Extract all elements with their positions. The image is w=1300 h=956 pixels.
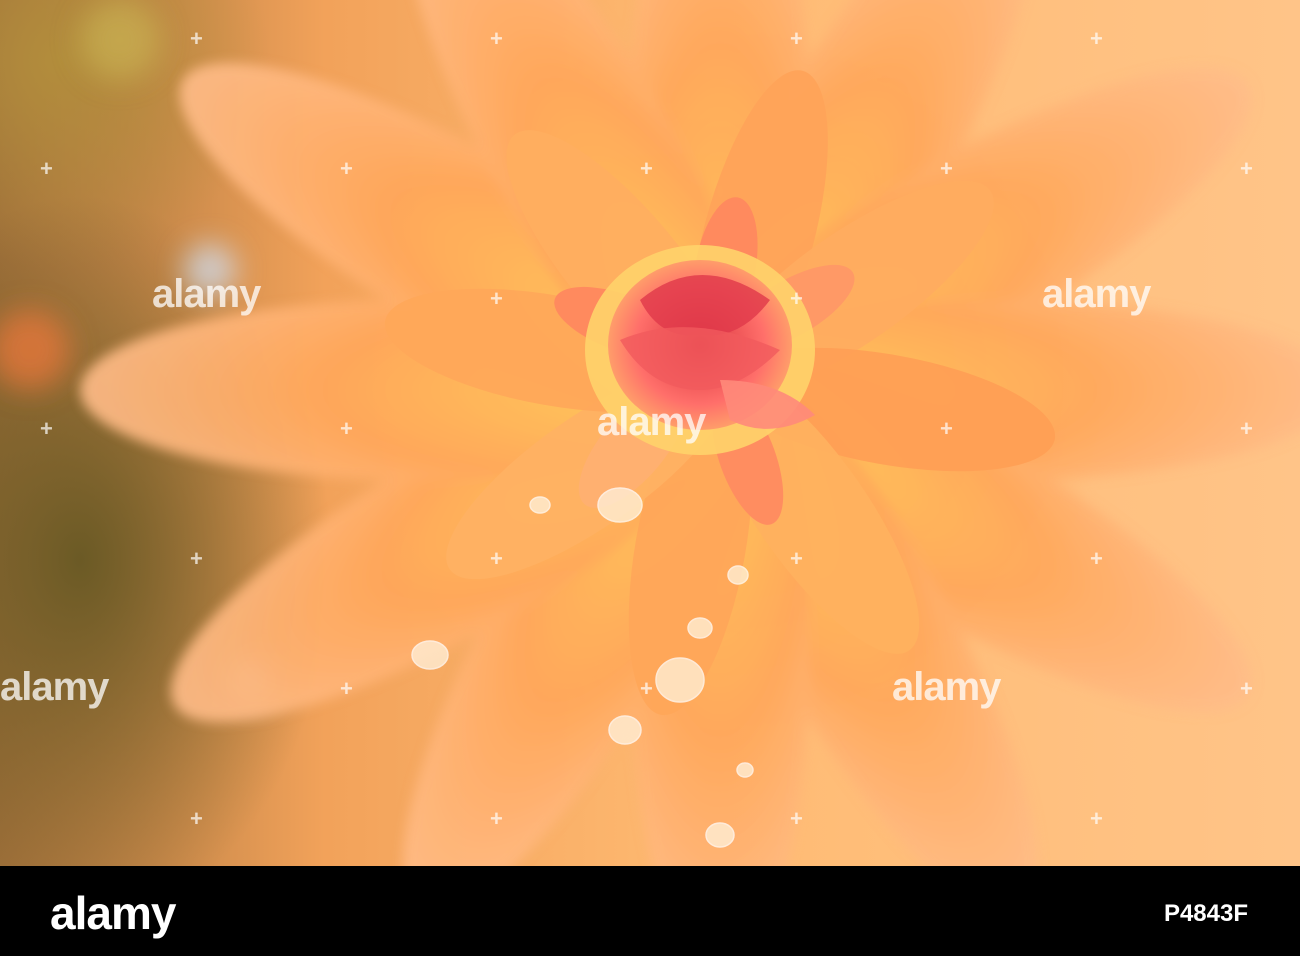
watermark-plus-icon: +	[1240, 676, 1253, 701]
watermark-plus-icon: +	[490, 286, 503, 311]
watermark-plus-icon: +	[790, 546, 803, 571]
watermark-plus-icon: +	[190, 26, 203, 51]
watermark-plus-icon: +	[340, 416, 353, 441]
watermark-plus-icon: +	[1240, 416, 1253, 441]
watermark: alamy	[892, 665, 1001, 709]
watermark-plus-icon: +	[1090, 546, 1103, 571]
watermark-plus-icon: +	[190, 806, 203, 831]
watermark-plus-icon: +	[40, 416, 53, 441]
watermark-plus-icon: +	[340, 676, 353, 701]
watermark-plus-icon: +	[940, 416, 953, 441]
watermark-plus-icon: +	[1240, 156, 1253, 181]
watermark-plus-icon: +	[1090, 26, 1103, 51]
watermark-plus-icon: +	[940, 156, 953, 181]
watermark: alamy	[0, 665, 109, 709]
watermark: alamy	[152, 272, 261, 316]
alamy-logo[interactable]: alamy	[50, 886, 176, 940]
watermark-plus-icon: +	[1090, 806, 1103, 831]
watermark-plus-icon: +	[40, 156, 53, 181]
watermark-plus-icon: +	[490, 546, 503, 571]
footer-bar: alamy P4843F	[0, 866, 1300, 956]
watermark-plus-icon: +	[340, 156, 353, 181]
watermark-plus-icon: +	[490, 26, 503, 51]
watermark-plus-icon: +	[790, 806, 803, 831]
watermark-plus-icon: +	[640, 156, 653, 181]
watermark: alamy	[1042, 272, 1151, 316]
watermark-plus-icon: +	[640, 676, 653, 701]
watermark-plus-icon: +	[190, 546, 203, 571]
image-id: P4843F	[1163, 900, 1248, 927]
watermark: alamy	[597, 400, 706, 444]
watermark-plus-icon: +	[490, 806, 503, 831]
photo: alamy alamy alamy alamy alamy + + + + + …	[0, 0, 1300, 866]
watermark-plus-icon: +	[790, 286, 803, 311]
watermark-plus-icon: +	[790, 26, 803, 51]
